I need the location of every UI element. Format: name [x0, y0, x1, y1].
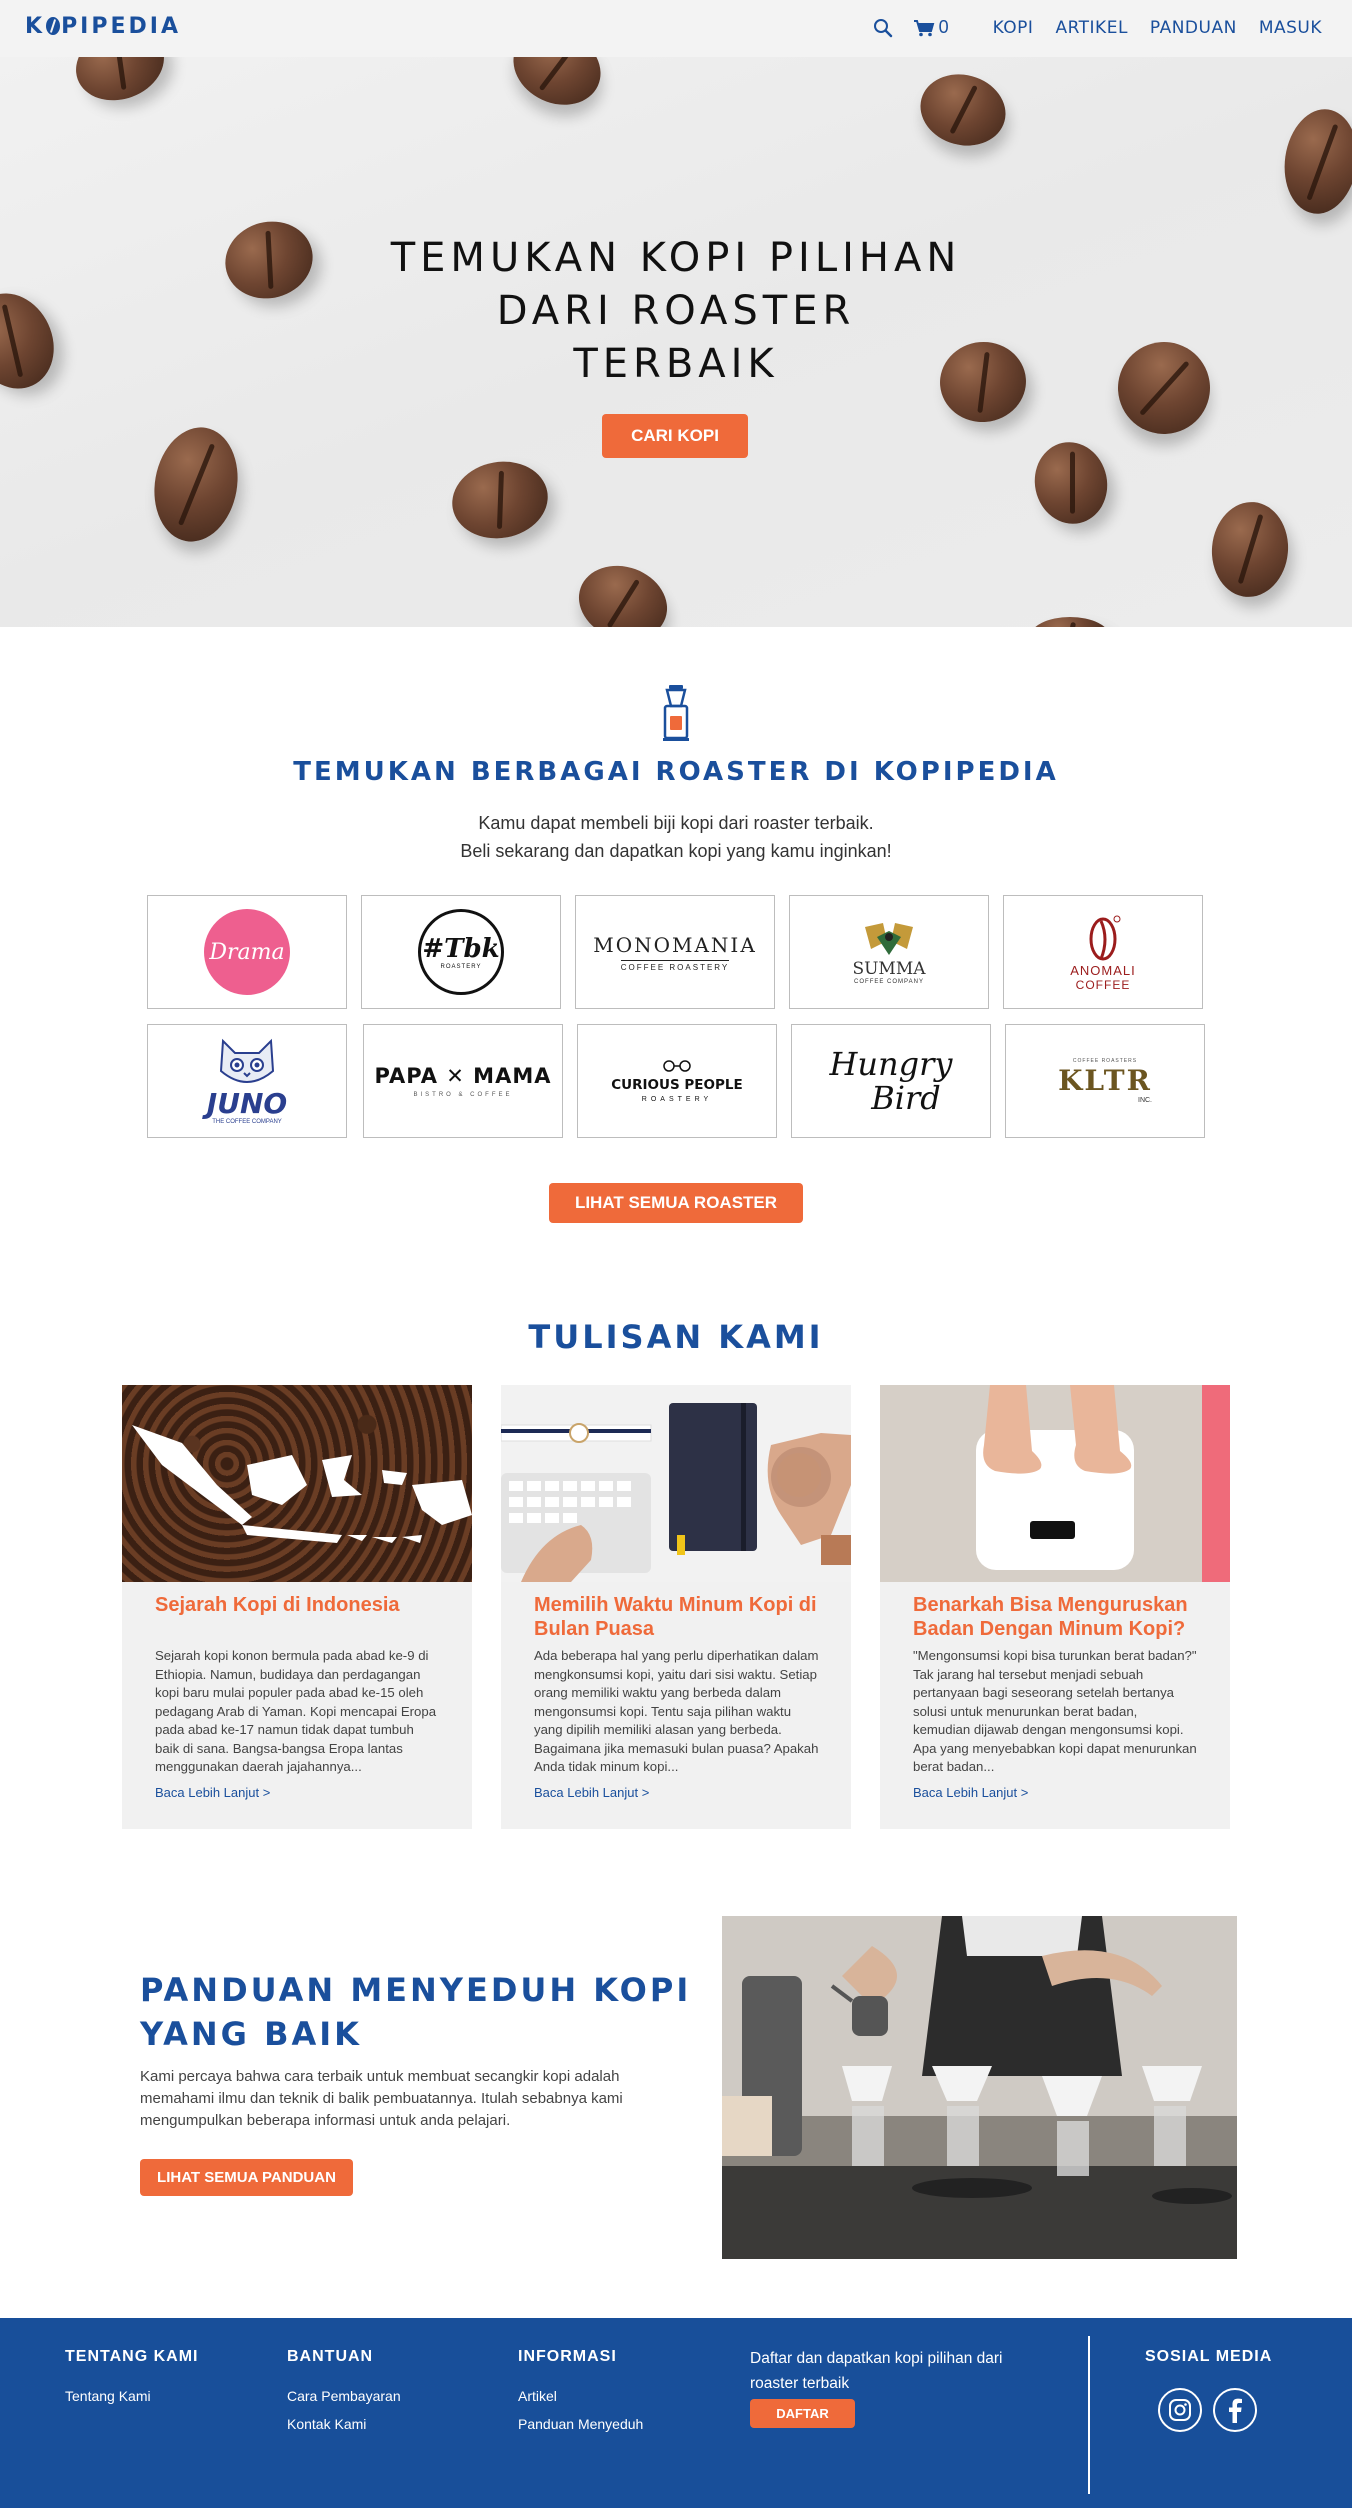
nav-link-artikel[interactable]: ARTIKEL [1055, 18, 1127, 38]
anomali-logo-icon [1089, 915, 1121, 960]
article-image-indonesia-map [122, 1385, 472, 1582]
read-more-link[interactable]: Baca Lebih Lanjut > [534, 1785, 649, 1800]
footer-link-tentang-kami[interactable]: Tentang Kami [65, 2388, 151, 2404]
article-card[interactable]: Sejarah Kopi di Indonesia Sejarah kopi k… [122, 1385, 472, 1829]
cart-icon [913, 19, 934, 36]
coffee-grinder-icon [663, 685, 689, 741]
roaster-card-juno[interactable]: JUNO THE COFFEE COMPANY [147, 1024, 347, 1138]
article-excerpt: "Mengonsumsi kopi bisa turunkan berat ba… [913, 1648, 1197, 1774]
footer-heading-sosial-media: SOSIAL MEDIA [1145, 2348, 1273, 2365]
glasses-icon [663, 1060, 691, 1072]
footer-signup-text: Daftar dan dapatkan kopi pilihan dari ro… [750, 2350, 1003, 2392]
footer-link-cara-pembayaran[interactable]: Cara Pembayaran [287, 2388, 401, 2404]
roaster-card-summa[interactable]: SUMMA COFFEE COMPANY [789, 895, 989, 1009]
coffee-bean-image [568, 553, 678, 627]
coffee-bean-image [1278, 104, 1352, 219]
lihat-semua-panduan-button[interactable]: LIHAT SEMUA PANDUAN [140, 2159, 353, 2196]
coffee-bean-image [1027, 435, 1115, 531]
coffee-bean-image [65, 57, 175, 113]
coffee-bean-image [501, 57, 613, 119]
tbk-logo: #Tbk ROASTERY [418, 909, 504, 995]
roaster-card-monomania[interactable]: MONOMANIA COFFEE ROASTERY [575, 895, 775, 1009]
roasters-section-title: TEMUKAN BERBAGAI ROASTER DI KOPIPEDIA [293, 757, 1059, 787]
article-image-scale [880, 1385, 1230, 1582]
article-excerpt: Ada beberapa hal yang perlu diperhatikan… [534, 1648, 819, 1774]
roaster-card-kltr[interactable]: COFFEE ROASTERS KLTR INC. [1005, 1024, 1205, 1138]
summa-logo-icon [865, 923, 913, 955]
hero-banner: TEMUKAN KOPI PILIHAN DARI ROASTER TERBAI… [0, 57, 1352, 627]
roaster-card-anomali[interactable]: ANOMALI COFFEE [1003, 895, 1203, 1009]
guide-description: Kami percaya bahwa cara terbaik untuk me… [140, 2068, 623, 2129]
papamama-logo: PAPA ✕ MAMA [374, 1064, 552, 1088]
nav-menu: 0 KOPI ARTIKEL PANDUAN MASUK [873, 17, 1322, 38]
hero-title: TEMUKAN KOPI PILIHAN DARI ROASTER TERBAI… [390, 235, 962, 387]
nav-link-panduan[interactable]: PANDUAN [1150, 18, 1237, 38]
footer-link-panduan-menyeduh[interactable]: Panduan Menyeduh [518, 2416, 643, 2432]
guide-image-pour-over [722, 1916, 1237, 2259]
coffee-bean-image [1030, 617, 1110, 627]
footer-link-kontak-kami[interactable]: Kontak Kami [287, 2416, 366, 2432]
article-title[interactable]: Sejarah Kopi di Indonesia [155, 1593, 455, 1617]
instagram-icon[interactable] [1158, 2388, 1202, 2432]
article-title[interactable]: Benarkah Bisa Menguruskan Badan Dengan M… [913, 1593, 1213, 1641]
article-excerpt: Sejarah kopi konon bermula pada abad ke-… [155, 1648, 437, 1774]
roaster-card-curious-people[interactable]: CURIOUS PEOPLE ROASTERY [577, 1024, 777, 1138]
roasters-subtitle: Kamu dapat membeli biji kopi dari roaste… [460, 813, 892, 861]
juno-cat-icon [219, 1038, 275, 1083]
site-footer: TENTANG KAMI Tentang Kami BANTUAN Cara P… [0, 2318, 1352, 2508]
coffee-bean-image [145, 420, 247, 549]
read-more-link[interactable]: Baca Lebih Lanjut > [913, 1785, 1028, 1800]
top-navbar: K PIPEDIA 0 KOPI ARTIKEL PANDUAN MASUK [0, 0, 1352, 57]
footer-heading-informasi: INFORMASI [518, 2348, 617, 2365]
footer-divider [1088, 2336, 1090, 2494]
roaster-card-papamama[interactable]: PAPA ✕ MAMA BISTRO & COFFEE [363, 1024, 563, 1138]
footer-link-artikel[interactable]: Artikel [518, 2388, 557, 2404]
cart-button[interactable]: 0 [913, 17, 949, 38]
coffee-bean-image [1208, 498, 1292, 601]
read-more-link[interactable]: Baca Lebih Lanjut > [155, 1785, 270, 1800]
nav-link-masuk[interactable]: MASUK [1259, 18, 1322, 38]
article-card[interactable]: Benarkah Bisa Menguruskan Badan Dengan M… [880, 1385, 1230, 1829]
roaster-card-hungry-bird[interactable]: Hungry Bird [791, 1024, 991, 1138]
lihat-semua-roaster-button[interactable]: LIHAT SEMUA ROASTER [549, 1183, 803, 1223]
coffee-bean-icon [46, 17, 61, 35]
drama-logo: Drama [204, 909, 290, 995]
article-card[interactable]: Memilih Waktu Minum Kopi di Bulan Puasa … [501, 1385, 851, 1829]
article-image-desk [501, 1385, 851, 1582]
search-icon[interactable] [873, 18, 893, 38]
nav-link-kopi[interactable]: KOPI [993, 18, 1034, 38]
daftar-button[interactable]: DAFTAR [750, 2399, 855, 2428]
monomania-logo: MONOMANIA [593, 932, 757, 957]
footer-heading-bantuan: BANTUAN [287, 2348, 374, 2365]
cari-kopi-button[interactable]: CARI KOPI [602, 414, 748, 458]
roaster-card-drama[interactable]: Drama [147, 895, 347, 1009]
coffee-bean-image [912, 65, 1014, 155]
facebook-icon[interactable] [1213, 2388, 1257, 2432]
footer-heading-tentang: TENTANG KAMI [65, 2348, 199, 2365]
kopipedia-logo[interactable]: K PIPEDIA [25, 14, 181, 39]
coffee-bean-image [446, 454, 554, 546]
article-title[interactable]: Memilih Waktu Minum Kopi di Bulan Puasa [534, 1593, 834, 1641]
roaster-card-tbk[interactable]: #Tbk ROASTERY [361, 895, 561, 1009]
guide-section-title: PANDUAN MENYEDUH KOPI YANG BAIK [140, 1971, 692, 2053]
articles-section-title: TULISAN KAMI [528, 1318, 824, 1356]
cart-count: 0 [938, 17, 949, 37]
